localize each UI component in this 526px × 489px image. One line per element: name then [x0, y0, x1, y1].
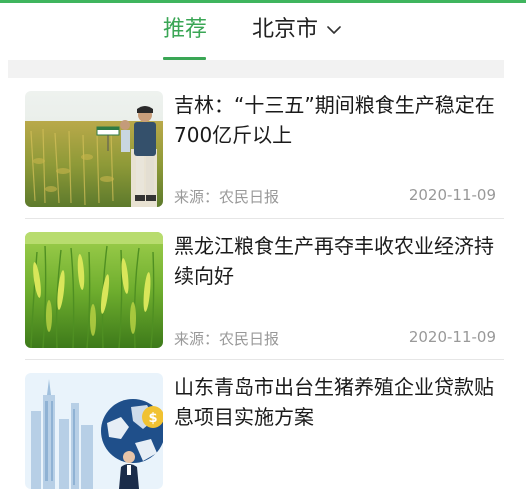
news-date: 2020-11-09	[408, 186, 496, 204]
header: 推荐 北京市	[0, 3, 526, 60]
news-source: 来源：农民日报	[174, 188, 280, 206]
news-thumbnail	[25, 232, 163, 348]
svg-text:$: $	[148, 411, 157, 426]
news-item[interactable]: 黑龙江粮食生产再夺丰收农业经济持续向好 来源：农民日报 2020-11-09	[0, 219, 526, 359]
news-thumbnail	[25, 91, 163, 207]
news-title: 吉林：“十三五”期间粮食生产稳定在700亿斤以上	[174, 93, 495, 147]
news-title: 黑龙江粮食生产再夺丰收农业经济持续向好	[174, 234, 494, 288]
news-date: 2020-11-09	[408, 328, 496, 346]
tab-recommend[interactable]: 推荐	[163, 15, 207, 45]
chevron-down-icon	[327, 25, 341, 34]
section-separator	[8, 60, 504, 78]
city-selector[interactable]: 北京市	[252, 15, 341, 45]
city-label: 北京市	[252, 17, 319, 42]
news-source: 来源：农民日报	[174, 330, 280, 348]
news-title: 山东青岛市出台生猪养殖企业贷款贴息项目实施方案	[174, 375, 494, 429]
news-item[interactable]: $ 山东青岛市出台生猪养殖企业贷款贴息项目实施方案	[0, 360, 526, 489]
news-item[interactable]: 吉林：“十三五”期间粮食生产稳定在700亿斤以上 来源：农民日报 2020-11…	[0, 78, 526, 218]
news-thumbnail: $	[25, 373, 163, 489]
